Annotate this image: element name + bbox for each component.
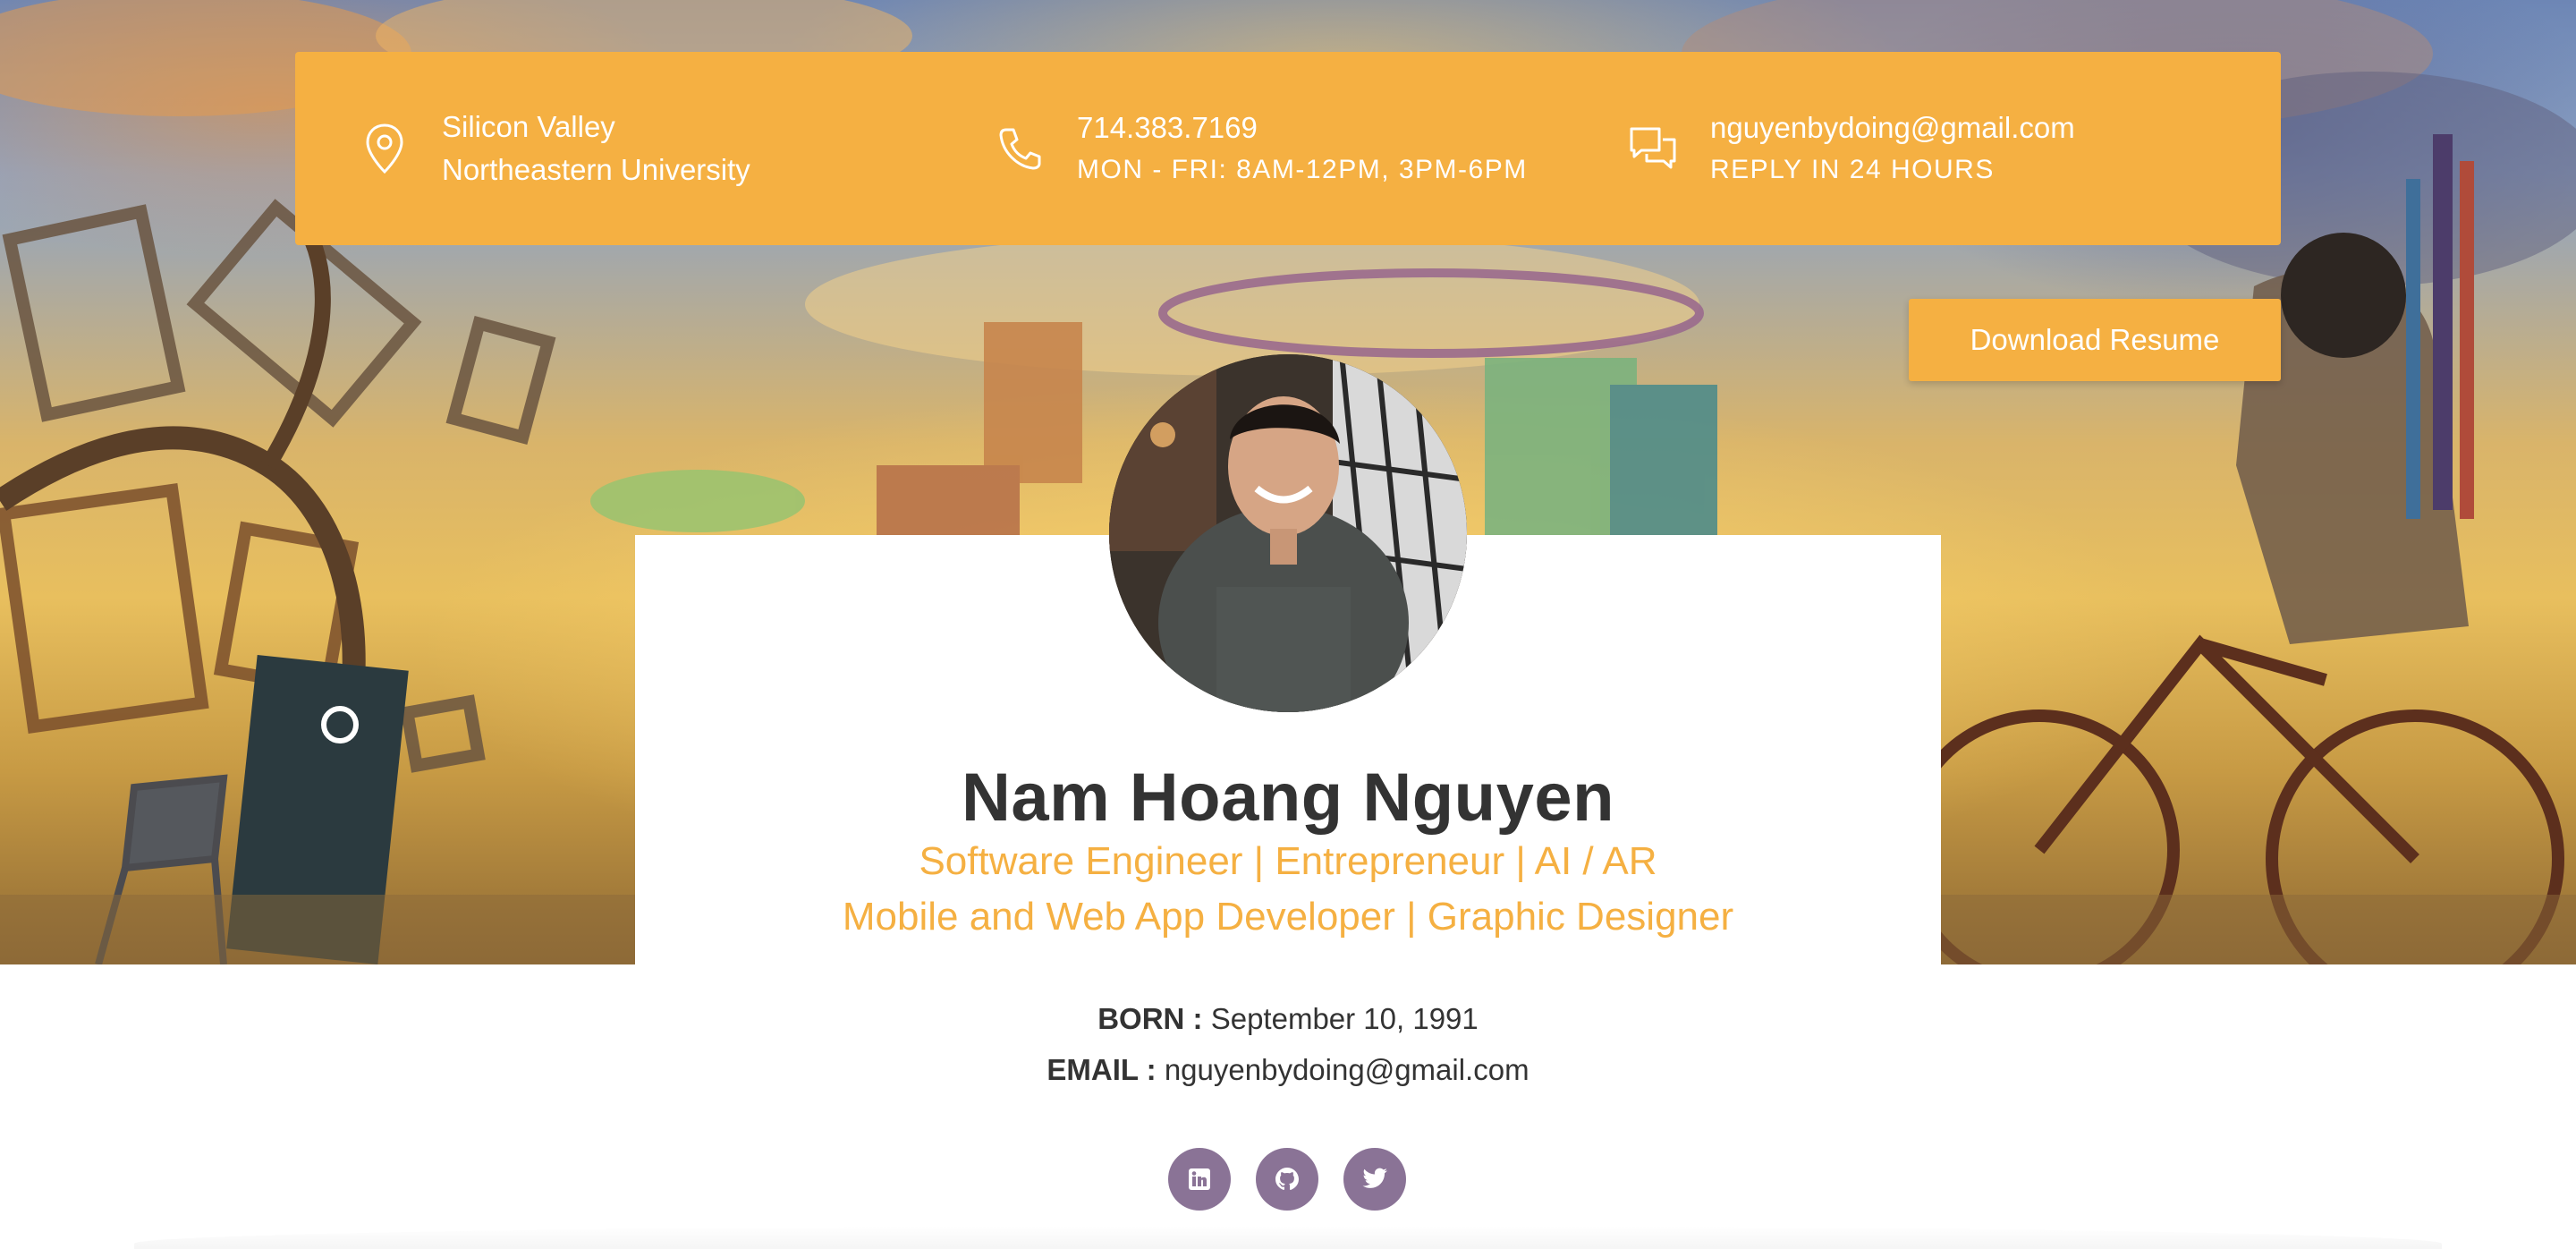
twitter-icon	[1362, 1168, 1387, 1188]
born-info: BORN : September 10, 1991	[0, 1002, 2576, 1036]
profile-name: Nam Hoang Nguyen	[961, 760, 1615, 836]
location-school: Northeastern University	[442, 153, 750, 186]
born-value: September 10, 1991	[1210, 1002, 1479, 1035]
email-reply-note: REPLY IN 24 HOURS	[1710, 155, 1995, 184]
profile-roles-line2: Mobile and Web App Developer | Graphic D…	[842, 895, 1734, 939]
contact-location: Silicon Valley Northeastern University	[358, 52, 750, 245]
location-city: Silicon Valley	[442, 110, 615, 143]
github-button[interactable]	[1256, 1148, 1318, 1211]
github-icon	[1275, 1168, 1299, 1190]
email-label: EMAIL :	[1046, 1053, 1157, 1086]
contact-phone: 714.383.7169 MON - FRI: 8AM-12PM, 3PM-6P…	[993, 52, 1528, 245]
profile-roles-line1: Software Engineer | Entrepreneur | AI / …	[919, 839, 1657, 883]
profile-photo	[1109, 354, 1467, 712]
email-address[interactable]: nguyenbydoing@gmail.com	[1710, 106, 2075, 149]
twitter-button[interactable]	[1343, 1148, 1406, 1211]
chat-bubbles-icon	[1626, 122, 1680, 175]
email-info: EMAIL : nguyenbydoing@gmail.com	[0, 1053, 2576, 1087]
linkedin-icon	[1189, 1168, 1210, 1190]
contact-info-bar: Silicon Valley Northeastern University 7…	[295, 52, 2281, 245]
contact-email: nguyenbydoing@gmail.com REPLY IN 24 HOUR…	[1626, 52, 2075, 245]
born-label: BORN :	[1097, 1002, 1203, 1035]
phone-hours: MON - FRI: 8AM-12PM, 3PM-6PM	[1077, 155, 1528, 184]
map-pin-icon	[358, 122, 411, 175]
linkedin-button[interactable]	[1168, 1148, 1231, 1211]
section-shadow	[134, 1226, 2442, 1249]
social-links	[1168, 1148, 1406, 1211]
phone-number[interactable]: 714.383.7169	[1077, 106, 1528, 149]
download-resume-button[interactable]: Download Resume	[1909, 299, 2281, 381]
phone-icon	[993, 122, 1046, 175]
email-value[interactable]: nguyenbydoing@gmail.com	[1165, 1053, 1530, 1086]
resume-page: Silicon Valley Northeastern University 7…	[0, 0, 2576, 1249]
avatar	[1109, 354, 1467, 712]
